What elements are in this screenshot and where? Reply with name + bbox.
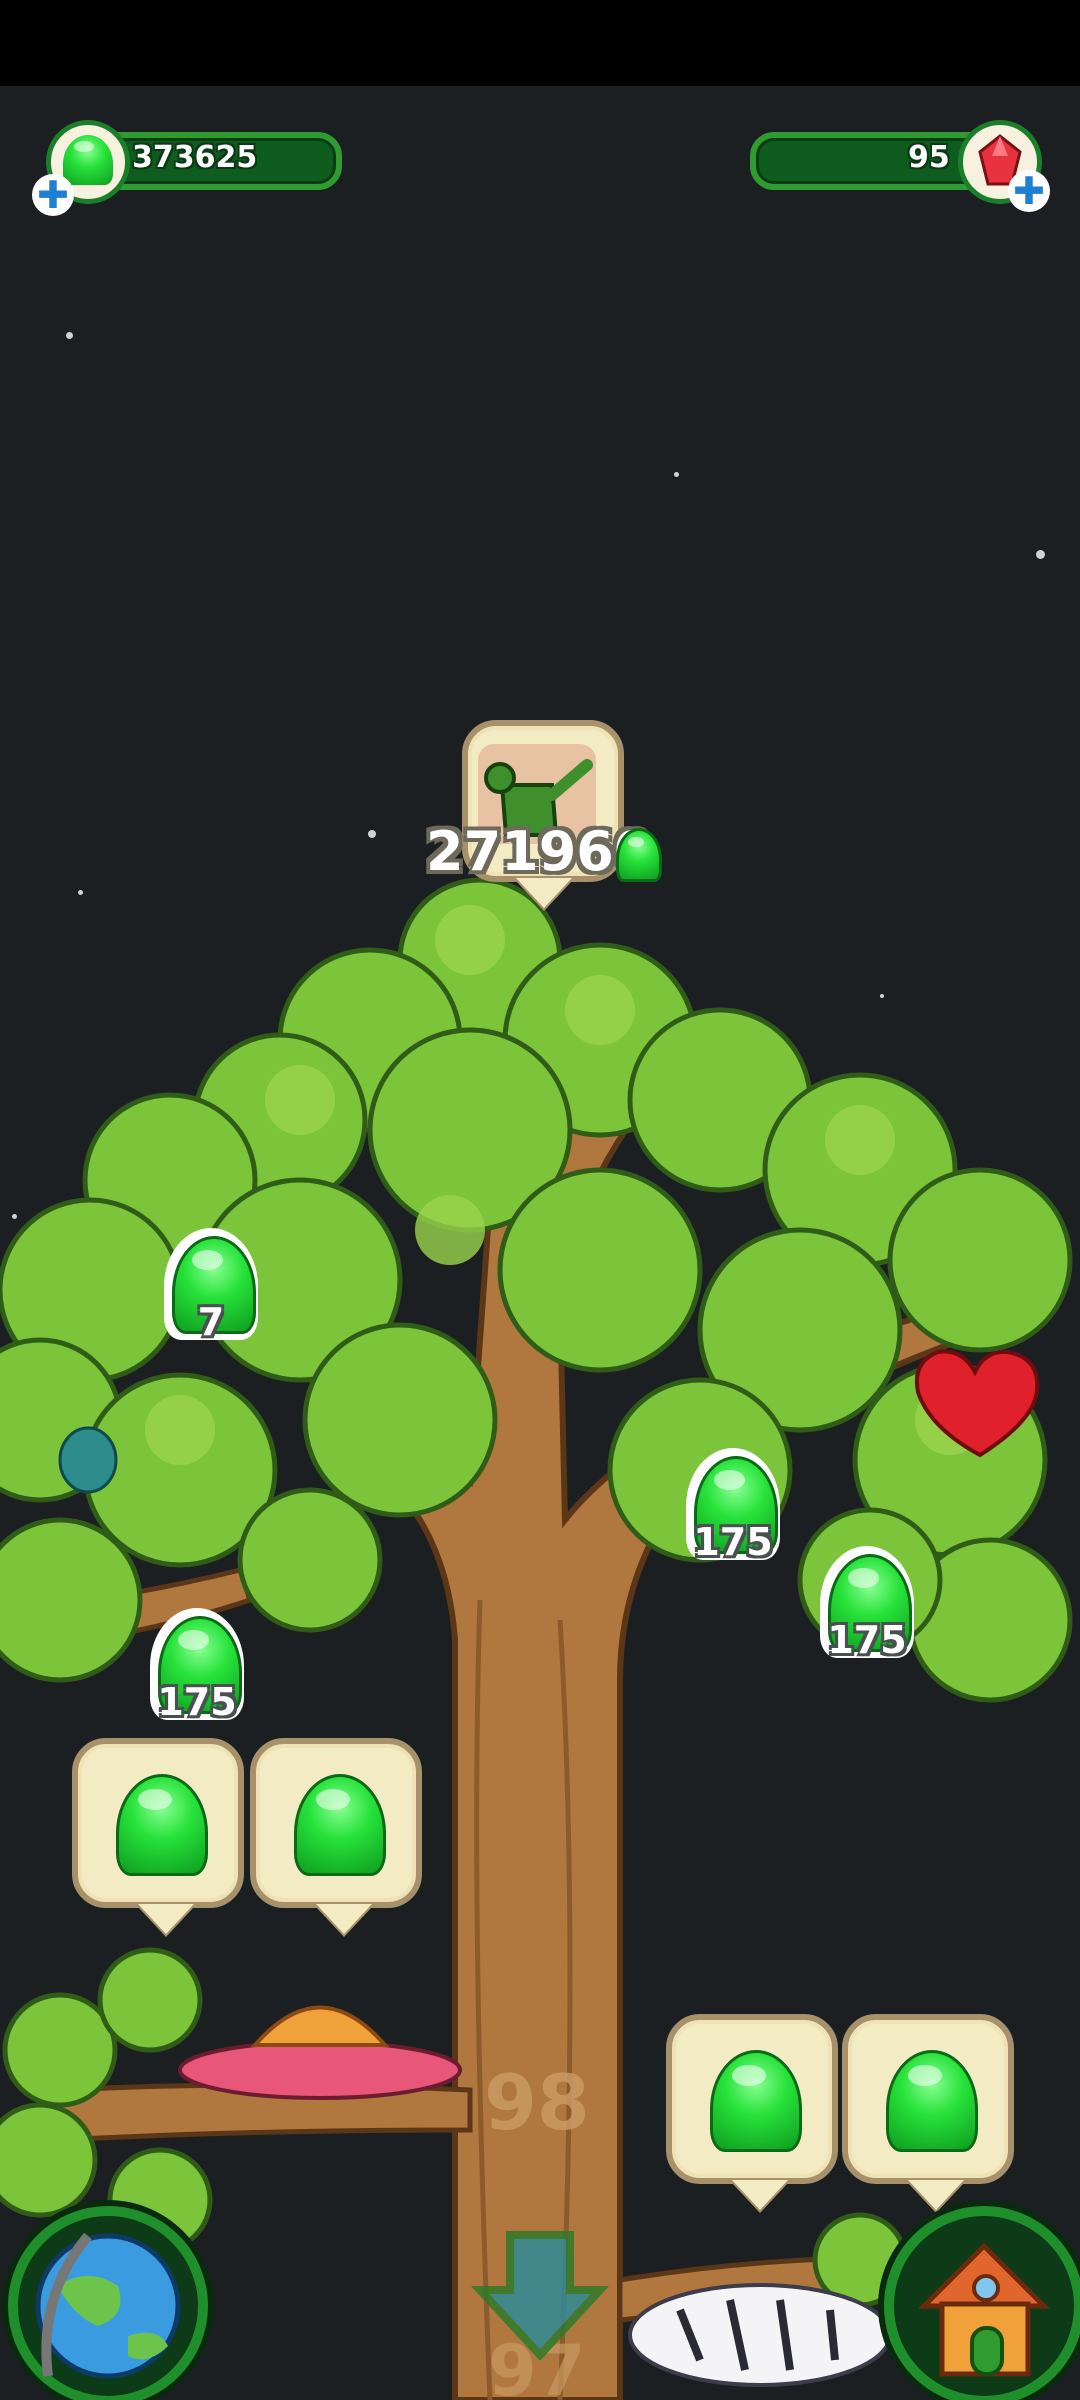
green-jelly-icon <box>710 2050 802 2152</box>
globe-icon <box>35 2232 181 2379</box>
level-number: 98 <box>484 2058 590 2147</box>
house-icon <box>917 2242 1051 2377</box>
gem-count: 95 <box>908 140 950 175</box>
green-jelly-icon <box>116 1774 208 1876</box>
home-button[interactable] <box>884 2206 1080 2400</box>
add-jelly-button[interactable]: ✚ <box>32 174 74 216</box>
jelly-drop[interactable]: 175 <box>820 1546 914 1662</box>
jelly-drop[interactable]: 175 <box>150 1608 244 1724</box>
jelly-drop-value: 175 <box>157 1680 237 1724</box>
jelly-drop[interactable]: 175 <box>686 1448 780 1564</box>
jelly-slot[interactable] <box>72 1738 244 1934</box>
down-arrow-icon <box>470 2231 610 2361</box>
scroll-down-button[interactable] <box>470 2230 610 2361</box>
jelly-drop-value: 175 <box>693 1520 773 1564</box>
game-scene: 373625 ✚ 95 ✚ 271960 7 175 175 175 98 97 <box>0 0 1080 2400</box>
jelly-drop[interactable]: 7 <box>164 1228 258 1344</box>
green-jelly-icon <box>294 1774 386 1876</box>
plus-icon: ✚ <box>1013 169 1045 213</box>
plus-icon: ✚ <box>37 173 69 217</box>
add-gems-button[interactable]: ✚ <box>1008 170 1050 212</box>
jelly-slot[interactable] <box>250 1738 422 1934</box>
jelly-count: 373625 <box>132 140 258 175</box>
jelly-cost-icon <box>616 828 662 882</box>
green-jelly-icon <box>886 2050 978 2152</box>
jelly-slot[interactable] <box>842 2014 1014 2210</box>
jelly-drop-value: 175 <box>827 1618 907 1662</box>
jelly-slot[interactable] <box>666 2014 838 2210</box>
world-map-button[interactable] <box>8 2206 208 2400</box>
jelly-drop-value: 7 <box>197 1300 225 1344</box>
